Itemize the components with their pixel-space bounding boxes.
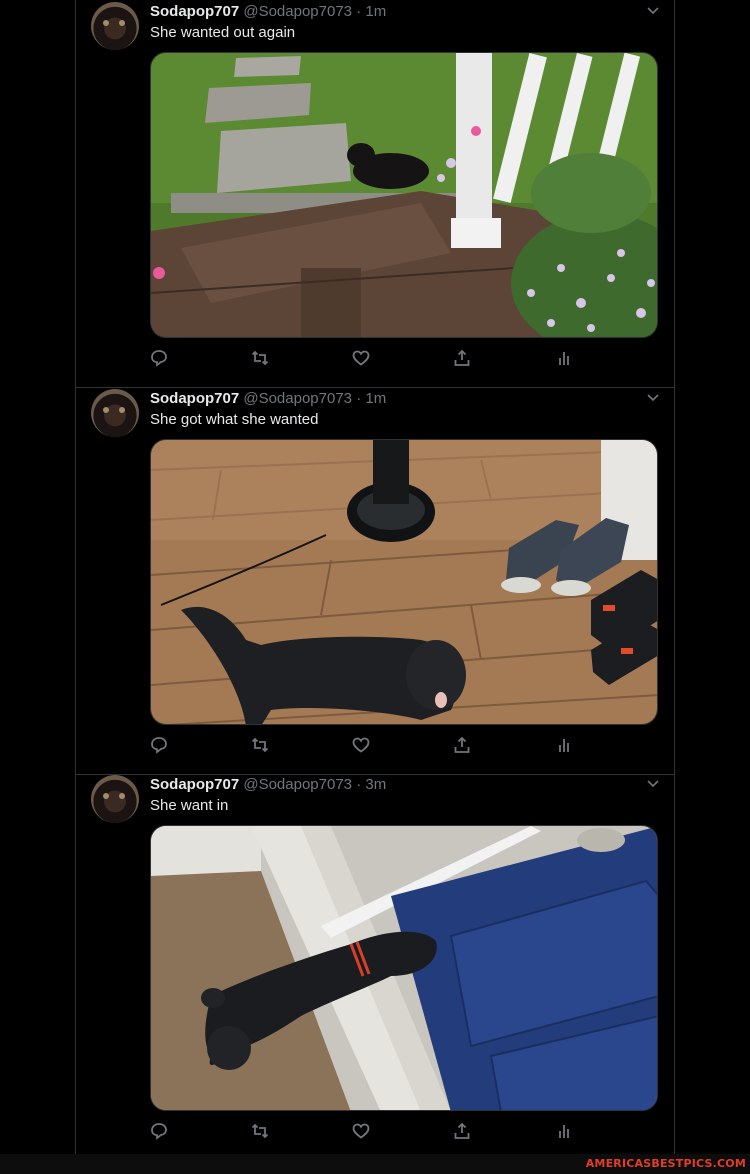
display-name[interactable]: Sodapop707 xyxy=(150,390,239,407)
dog-on-deck-photo xyxy=(151,53,657,337)
retweet-icon[interactable] xyxy=(248,733,272,757)
timestamp[interactable]: 1m xyxy=(365,390,386,407)
reply-icon[interactable] xyxy=(147,1119,171,1143)
tweet[interactable]: Sodapop707 @Sodapop7073 · 3m She want in xyxy=(76,773,674,1160)
reply-icon[interactable] xyxy=(147,733,171,757)
share-icon[interactable] xyxy=(450,1119,474,1143)
tweet-actions xyxy=(150,1119,658,1143)
watermark-bar: AMERICASBESTPICS.COM xyxy=(0,1154,750,1174)
watermark-text: AMERICASBESTPICS.COM xyxy=(585,1157,746,1170)
tweet-photo[interactable] xyxy=(150,52,658,338)
tweet-header: Sodapop707 @Sodapop7073 · 1m xyxy=(150,390,386,410)
tweet-actions xyxy=(150,346,658,370)
tweet-header: Sodapop707 @Sodapop7073 · 3m xyxy=(150,776,386,796)
separator-dot: · xyxy=(356,390,362,407)
timestamp[interactable]: 1m xyxy=(365,3,386,20)
dog-on-wood-floor-photo xyxy=(151,440,657,724)
tweet-header: Sodapop707 @Sodapop7073 · 1m xyxy=(150,3,386,23)
share-icon[interactable] xyxy=(450,733,474,757)
heart-icon[interactable] xyxy=(349,733,373,757)
timestamp[interactable]: 3m xyxy=(365,776,386,793)
tweet-text: She wanted out again xyxy=(150,24,296,41)
tweet[interactable]: Sodapop707 @Sodapop7073 · 1m She wanted … xyxy=(76,0,674,388)
tweet-text: She want in xyxy=(150,797,229,814)
tweet[interactable]: Sodapop707 @Sodapop7073 · 1m She got wha… xyxy=(76,387,674,775)
analytics-icon[interactable] xyxy=(552,346,576,370)
chevron-down-icon[interactable] xyxy=(646,2,660,22)
retweet-icon[interactable] xyxy=(248,1119,272,1143)
tweet-photo[interactable] xyxy=(150,439,658,725)
separator-dot: · xyxy=(356,3,362,20)
user-handle[interactable]: @Sodapop7073 xyxy=(243,390,352,407)
tweet-photo[interactable] xyxy=(150,825,658,1111)
display-name[interactable]: Sodapop707 xyxy=(150,776,239,793)
heart-icon[interactable] xyxy=(349,346,373,370)
tweet-actions xyxy=(150,733,658,757)
user-handle[interactable]: @Sodapop7073 xyxy=(243,776,352,793)
heart-icon[interactable] xyxy=(349,1119,373,1143)
avatar[interactable] xyxy=(91,775,139,823)
dog-at-blue-door-photo xyxy=(151,826,657,1110)
retweet-icon[interactable] xyxy=(248,346,272,370)
user-handle[interactable]: @Sodapop7073 xyxy=(243,3,352,20)
timeline: Sodapop707 @Sodapop7073 · 1m She wanted … xyxy=(75,0,675,1154)
avatar[interactable] xyxy=(91,389,139,437)
separator-dot: · xyxy=(356,776,362,793)
chevron-down-icon[interactable] xyxy=(646,775,660,795)
analytics-icon[interactable] xyxy=(552,1119,576,1143)
reply-icon[interactable] xyxy=(147,346,171,370)
analytics-icon[interactable] xyxy=(552,733,576,757)
display-name[interactable]: Sodapop707 xyxy=(150,3,239,20)
tweet-text: She got what she wanted xyxy=(150,411,319,428)
share-icon[interactable] xyxy=(450,346,474,370)
avatar[interactable] xyxy=(91,2,139,50)
chevron-down-icon[interactable] xyxy=(646,389,660,409)
